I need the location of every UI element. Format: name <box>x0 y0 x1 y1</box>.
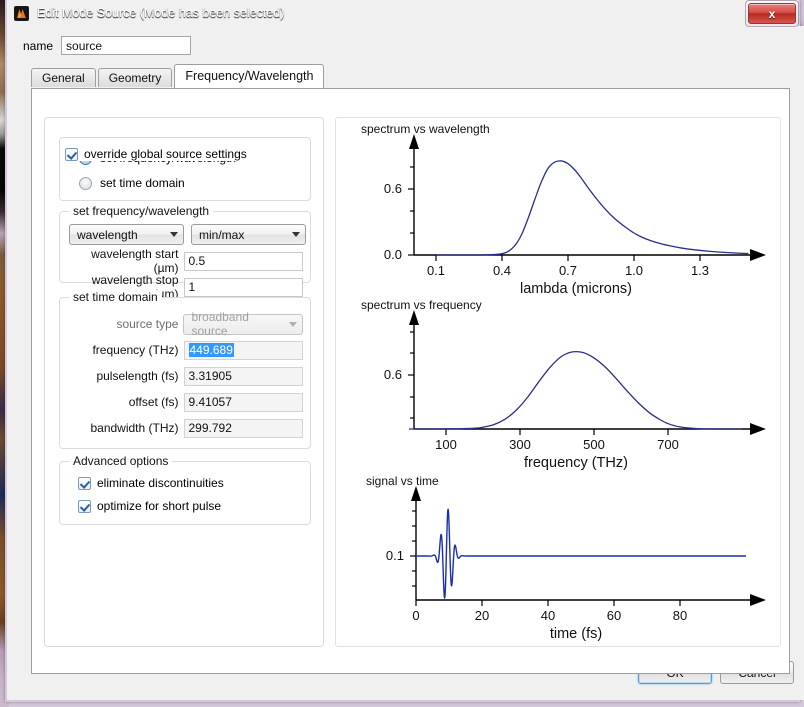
x-tick-label: 0 <box>412 608 419 623</box>
edit-mode-source-dialog: name General Geometry Frequency/Waveleng… <box>5 0 804 702</box>
bandwidth-value: 299.792 <box>188 421 232 435</box>
x-tick-label: 0.7 <box>559 263 577 278</box>
lumerical-logo-icon <box>14 5 29 21</box>
radio-label: set time domain <box>100 176 185 190</box>
x-tick-label: 300 <box>509 437 531 452</box>
offset-label: offset (fs) <box>128 395 179 409</box>
y-tick-label: 0.6 <box>384 367 402 382</box>
dialog-body: name General Geometry Frequency/Waveleng… <box>14 26 804 700</box>
x-tick-label: 60 <box>607 608 621 623</box>
chart-signal-vs-time: signal vs time 0.1 0 20 40 60 80 time (f… <box>336 470 780 646</box>
set-frequency-wavelength-group: set frequency/wavelength wavelength min/… <box>59 204 311 301</box>
close-icon: x <box>768 6 776 21</box>
tab-bar: General Geometry Frequency/Wavelength <box>31 64 326 88</box>
window-title: Edit Mode Source (Mode has been selected… <box>37 6 285 20</box>
eliminate-discontinuities-checkbox[interactable]: eliminate discontinuities <box>78 476 224 490</box>
x-axis-title: frequency (THz) <box>524 455 628 471</box>
tab-frequency-wavelength[interactable]: Frequency/Wavelength <box>174 64 325 88</box>
y-tick-label: 0.6 <box>384 181 402 196</box>
radio-icon[interactable] <box>79 176 92 190</box>
quantity-select-value: wavelength <box>77 227 138 242</box>
y-tick-label: 0.1 <box>386 548 404 563</box>
tab-general[interactable]: General <box>31 68 96 87</box>
range-select[interactable]: min/max <box>191 224 306 245</box>
group-legend: Advanced options <box>69 454 173 468</box>
source-type-label: source type <box>116 317 179 331</box>
chevron-down-icon <box>292 232 300 237</box>
optimize-for-short-pulse-checkbox[interactable]: optimize for short pulse <box>78 499 221 513</box>
eliminate-discontinuities-label: eliminate discontinuities <box>97 476 224 490</box>
name-row: name <box>23 36 192 55</box>
optimize-for-short-pulse-label: optimize for short pulse <box>97 499 222 513</box>
chart-svg: 0.0 0.6 0.1 0.4 0.7 1.0 1.3 lambda (micr… <box>384 134 766 297</box>
spectrum-frequency-curve <box>408 350 743 430</box>
bandwidth-label: bandwidth (THz) <box>90 421 179 435</box>
chevron-down-icon <box>170 232 178 237</box>
close-window-button[interactable]: x <box>748 3 796 24</box>
x-tick-label: 0.1 <box>427 263 445 278</box>
chevron-down-icon <box>289 321 297 327</box>
source-type-select: broadband source <box>183 310 303 338</box>
x-tick-label: 40 <box>541 608 555 623</box>
frequency-label: frequency (THz) <box>92 343 179 357</box>
x-tick-label: 0.4 <box>493 263 511 278</box>
x-tick-label: 700 <box>657 437 679 452</box>
x-tick-label: 1.3 <box>691 263 709 278</box>
source-type-value: broadband source <box>191 310 249 338</box>
override-global-source-settings-checkbox[interactable]: override global source settings <box>65 147 252 161</box>
set-time-domain-group: set time domain source type broadband so… <box>59 290 311 449</box>
pulselength-value: 3.31905 <box>188 369 232 383</box>
override-label: override global source settings <box>84 147 247 161</box>
chart-spectrum-vs-frequency: spectrum vs frequency 0.6 100 300 500 70… <box>336 294 780 472</box>
name-label: name <box>23 38 54 53</box>
tab-geometry[interactable]: Geometry <box>97 68 173 87</box>
wavelength-start-input[interactable]: 0.5 <box>183 251 303 271</box>
x-tick-label: 80 <box>673 608 687 623</box>
offset-value: 9.41057 <box>188 395 232 409</box>
group-legend: set time domain <box>69 290 162 304</box>
chart-spectrum-vs-wavelength: spectrum vs wavelength 0.0 0.6 0.1 0.4 0… <box>336 118 780 298</box>
charts-panel: spectrum vs wavelength 0.0 0.6 0.1 0.4 0… <box>335 117 781 647</box>
offset-input[interactable]: 9.41057 <box>183 392 303 412</box>
frequency-value: 449.689 <box>188 343 234 357</box>
pulselength-input[interactable]: 3.31905 <box>183 366 303 386</box>
checkbox-icon[interactable] <box>78 499 91 513</box>
name-input[interactable] <box>61 36 192 55</box>
x-tick-label: 20 <box>475 608 489 623</box>
x-tick-label: 100 <box>435 437 457 452</box>
radio-set-time-domain[interactable]: set time domain <box>79 172 310 194</box>
group-legend: set frequency/wavelength <box>69 204 214 218</box>
spectrum-wavelength-curve <box>435 160 749 256</box>
x-axis-title: time (fs) <box>550 626 602 642</box>
wavelength-start-value: 0.5 <box>188 254 206 268</box>
wavelength-stop-input[interactable]: 1 <box>183 277 303 297</box>
quantity-select[interactable]: wavelength <box>69 224 184 245</box>
x-tick-label: 1.0 <box>625 263 643 278</box>
range-select-value: min/max <box>199 227 245 242</box>
chart-svg: 0.6 100 300 500 700 frequency (THz) <box>384 310 766 471</box>
frequency-wavelength-panel: override global source settings set freq… <box>31 88 790 674</box>
chart-svg: 0.1 0 20 40 60 80 time (fs) <box>386 486 766 642</box>
advanced-options-group: Advanced options eliminate discontinuiti… <box>59 454 311 525</box>
signal-time-curve <box>415 508 747 599</box>
wavelength-start-label: wavelength start (µm) <box>91 247 179 275</box>
checkbox-icon[interactable] <box>65 147 78 161</box>
y-tick-label: 0.0 <box>384 247 402 262</box>
bandwidth-input[interactable]: 299.792 <box>183 418 303 438</box>
pulselength-label: pulselength (fs) <box>96 369 179 383</box>
wavelength-stop-value: 1 <box>188 280 196 294</box>
x-tick-label: 500 <box>583 437 605 452</box>
frequency-input[interactable]: 449.689 <box>183 340 303 360</box>
checkbox-icon[interactable] <box>78 476 91 490</box>
